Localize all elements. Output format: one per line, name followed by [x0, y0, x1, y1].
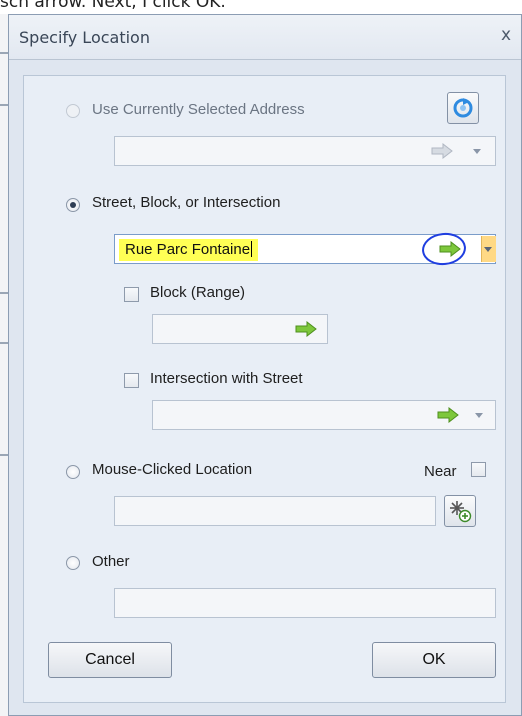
- checkbox-intersection[interactable]: [124, 373, 139, 388]
- map-pick-icon: [450, 501, 472, 523]
- cancel-button[interactable]: Cancel: [48, 642, 172, 678]
- chevron-down-icon[interactable]: [484, 247, 492, 252]
- dialog-titlebar: Specify Location x: [9, 15, 521, 60]
- other-field[interactable]: [114, 588, 496, 618]
- label-street-block-intersection: Street, Block, or Intersection: [92, 194, 281, 211]
- dialog-title: Specify Location: [19, 28, 150, 47]
- label-near: Near: [424, 463, 457, 480]
- edge-mark: [0, 454, 8, 456]
- map-pick-button[interactable]: [444, 495, 476, 527]
- label-use-selected-address: Use Currently Selected Address: [92, 101, 305, 118]
- label-other: Other: [92, 553, 130, 570]
- specify-location-dialog: Specify Location x Use Currently Selecte…: [8, 14, 522, 716]
- block-range-field[interactable]: [152, 314, 328, 344]
- radio-street-block-intersection[interactable]: [66, 198, 80, 212]
- text-caret: [251, 241, 253, 257]
- radio-use-selected-address[interactable]: [66, 104, 80, 118]
- selected-address-field[interactable]: [114, 136, 496, 166]
- mouse-clicked-location-field[interactable]: [114, 496, 436, 526]
- checkbox-block-range[interactable]: [124, 287, 139, 302]
- edge-mark: [0, 292, 8, 294]
- intersection-street-field[interactable]: [152, 400, 496, 430]
- radio-mouse-clicked-location[interactable]: [66, 465, 80, 479]
- caption-text: sch arrow. Next, I click OK.: [0, 0, 226, 12]
- label-block-range: Block (Range): [150, 284, 246, 301]
- label-intersection: Intersection with Street: [150, 370, 303, 387]
- checkbox-near[interactable]: [471, 462, 486, 477]
- close-icon[interactable]: x: [501, 25, 511, 45]
- green-arrow-icon[interactable]: [295, 321, 317, 337]
- edge-mark: [0, 104, 8, 106]
- refresh-icon: [453, 98, 473, 118]
- green-arrow-icon[interactable]: [437, 407, 459, 423]
- edge-mark: [0, 52, 8, 54]
- label-mouse-clicked-location: Mouse-Clicked Location: [92, 461, 253, 478]
- arrow-right-icon: [431, 143, 453, 159]
- chevron-down-icon[interactable]: [473, 149, 481, 154]
- ok-button[interactable]: OK: [372, 642, 496, 678]
- chevron-down-icon[interactable]: [475, 413, 483, 418]
- refresh-button[interactable]: [447, 92, 479, 124]
- street-input-value: Rue Parc Fontaine: [119, 239, 259, 261]
- dialog-content-panel: Use Currently Selected Address Street, B…: [23, 75, 506, 703]
- edge-mark: [0, 342, 8, 344]
- radio-other[interactable]: [66, 556, 80, 570]
